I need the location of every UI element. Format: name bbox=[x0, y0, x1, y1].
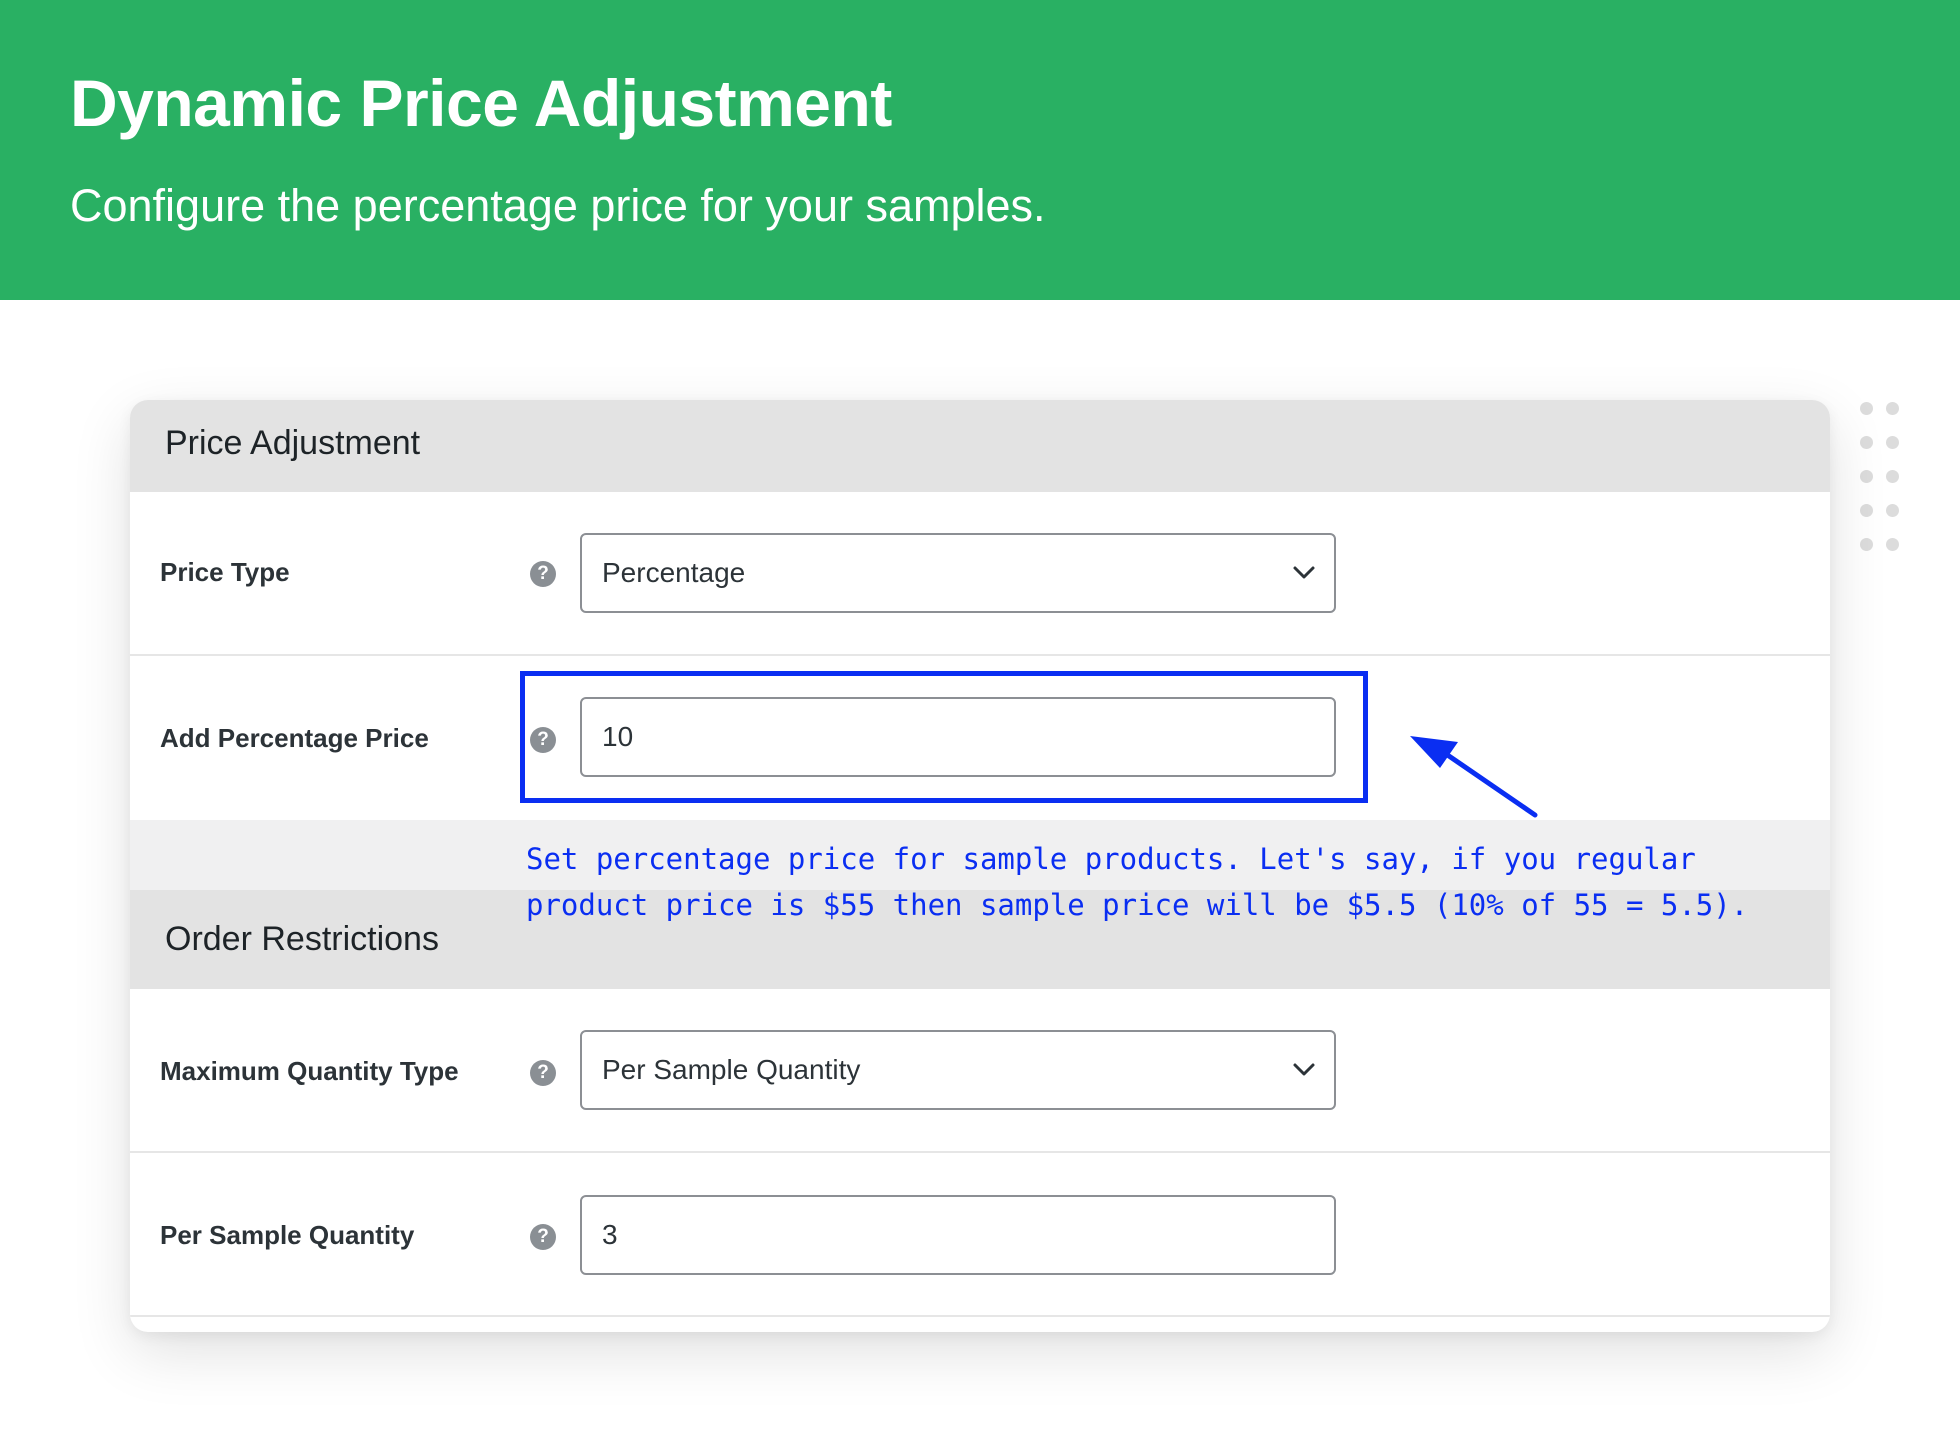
decorative-dot bbox=[1886, 504, 1899, 517]
per-sample-quantity-row: Per Sample Quantity ? 3 bbox=[130, 1153, 1830, 1317]
order-restrictions-title: Order Restrictions bbox=[165, 920, 439, 958]
question-mark-icon[interactable]: ? bbox=[530, 561, 556, 587]
decorative-dot bbox=[1860, 538, 1873, 551]
decorative-dot-grid bbox=[1858, 400, 1908, 560]
banner-subtitle: Configure the percentage price for your … bbox=[70, 180, 1046, 231]
per-sample-quantity-input[interactable]: 3 bbox=[580, 1195, 1336, 1275]
price-type-select[interactable]: Percentage bbox=[580, 533, 1336, 613]
arrow-icon bbox=[1410, 736, 1538, 818]
decorative-dot bbox=[1886, 436, 1899, 449]
banner-title: Dynamic Price Adjustment bbox=[70, 66, 892, 140]
price-type-row: Price Type ? Percentage bbox=[130, 492, 1830, 656]
per-sample-quantity-input-value: 3 bbox=[602, 1219, 618, 1250]
decorative-dot bbox=[1886, 470, 1899, 483]
chevron-down-icon bbox=[1293, 566, 1315, 579]
decorative-dot bbox=[1860, 470, 1873, 483]
annotation-text: Set percentage price for sample products… bbox=[526, 842, 1749, 922]
maximum-quantity-type-select[interactable]: Per Sample Quantity bbox=[580, 1030, 1336, 1110]
decorative-dot bbox=[1860, 436, 1873, 449]
price-adjustment-title: Price Adjustment bbox=[165, 424, 421, 462]
question-mark-icon[interactable]: ? bbox=[530, 1060, 556, 1086]
chevron-down-icon bbox=[1293, 1063, 1315, 1076]
maximum-quantity-type-select-value: Per Sample Quantity bbox=[602, 1054, 861, 1085]
price-type-label: Price Type bbox=[160, 557, 290, 587]
header-banner: Dynamic Price Adjustment Configure the p… bbox=[0, 0, 1960, 300]
highlight-box bbox=[520, 671, 1368, 803]
add-percentage-price-label: Add Percentage Price bbox=[160, 723, 429, 753]
decorative-dot bbox=[1860, 402, 1873, 415]
per-sample-quantity-label: Per Sample Quantity bbox=[160, 1220, 415, 1250]
decorative-dot bbox=[1860, 504, 1873, 517]
maximum-quantity-type-label: Maximum Quantity Type bbox=[160, 1056, 459, 1086]
price-type-select-value: Percentage bbox=[602, 557, 746, 588]
maximum-quantity-type-row: Maximum Quantity Type ? Per Sample Quant… bbox=[130, 989, 1830, 1153]
decorative-dot bbox=[1886, 538, 1899, 551]
decorative-dot bbox=[1886, 402, 1899, 415]
price-adjustment-header: Price Adjustment bbox=[130, 400, 1830, 492]
question-mark-icon[interactable]: ? bbox=[530, 1224, 556, 1250]
